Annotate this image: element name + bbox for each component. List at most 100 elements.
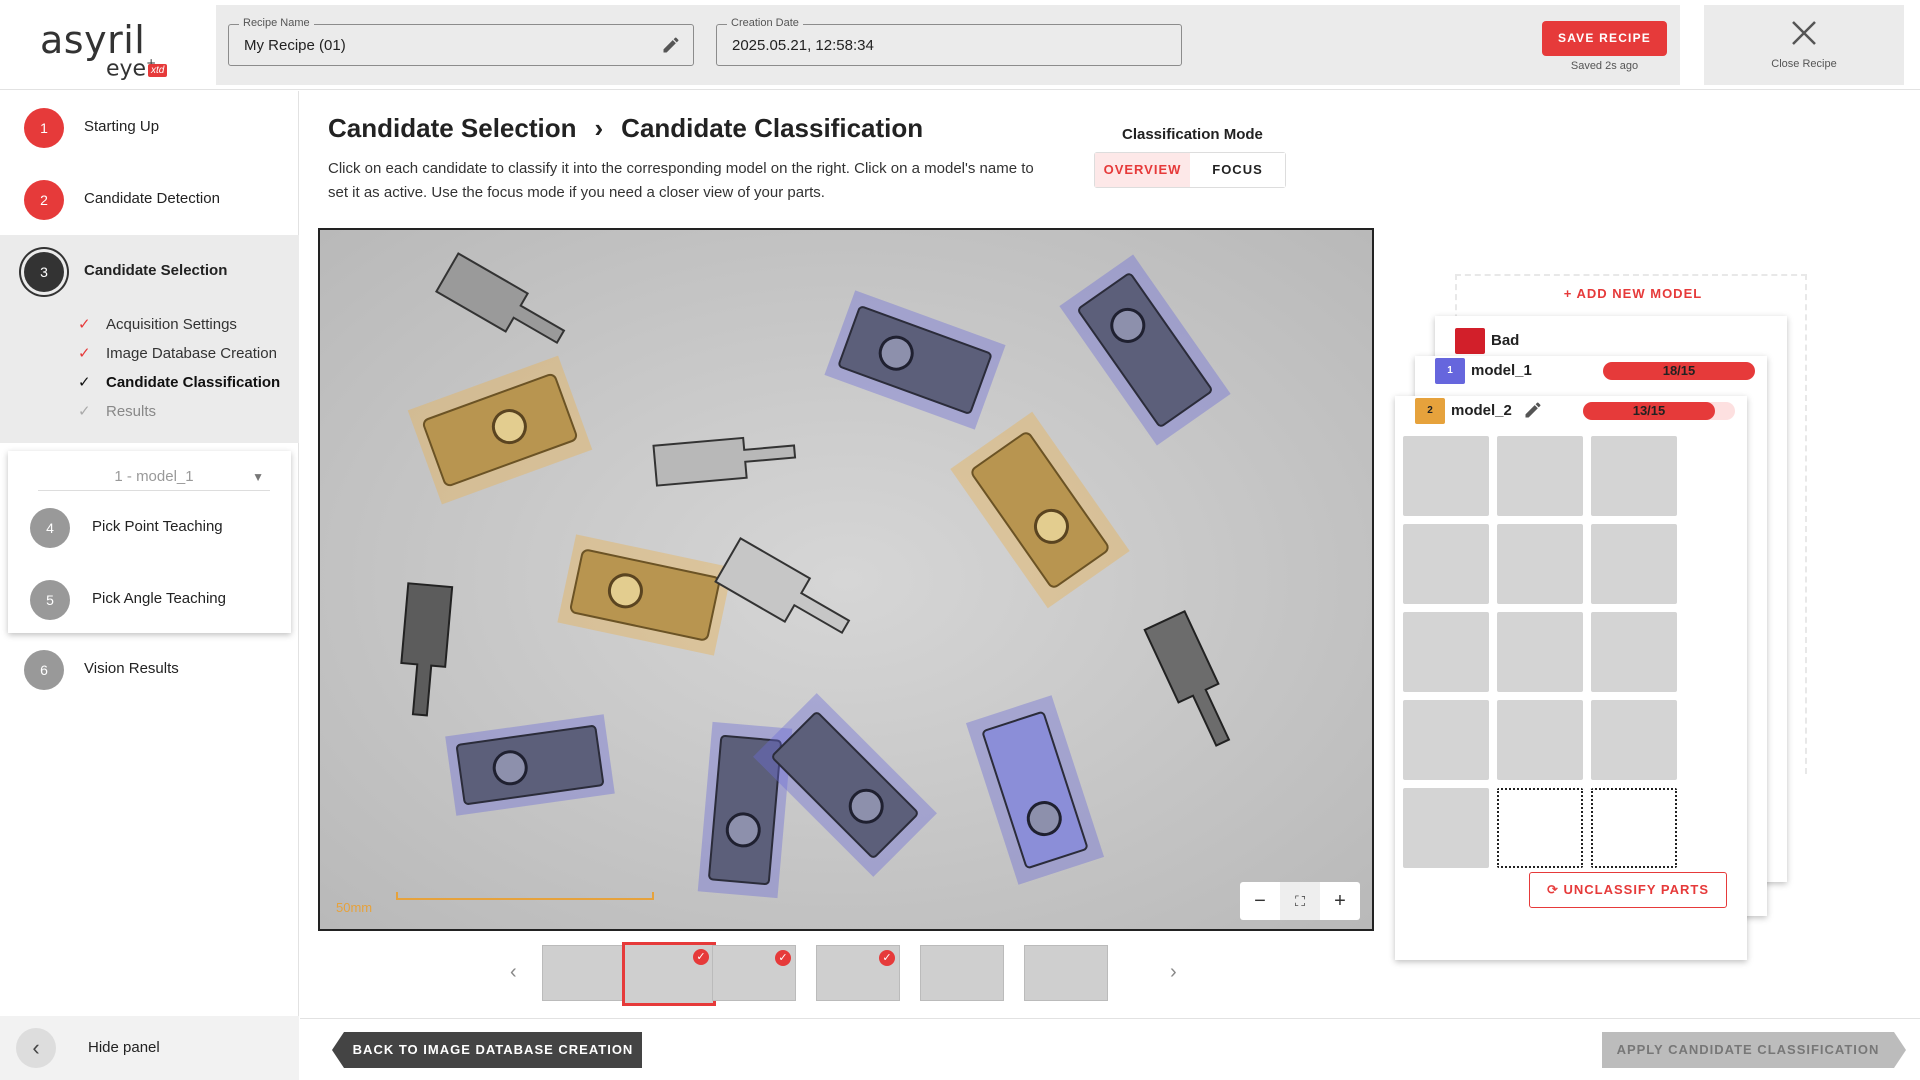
substep-candidate-classification[interactable]: ✓ Candidate Classification	[78, 373, 280, 391]
chevron-left-icon[interactable]: ‹	[16, 1028, 56, 1068]
zoom-controls: − ⛶ +	[1240, 882, 1360, 920]
saved-status: Saved 2s ago	[1570, 60, 1639, 72]
step-label: Starting Up	[84, 118, 160, 135]
check-icon: ✓	[78, 316, 91, 333]
step-vision-results[interactable]: 6 Vision Results	[0, 633, 299, 705]
step-number: 3	[24, 252, 64, 292]
substep-results: ✓ Results	[78, 403, 157, 420]
step-candidate-detection[interactable]: 2 Candidate Detection	[0, 163, 299, 235]
model-2-swatch: 2	[1415, 398, 1445, 424]
zoom-in-button[interactable]: +	[1320, 882, 1360, 920]
check-icon: ✓	[78, 403, 91, 420]
classified-part-thumb[interactable]	[1591, 524, 1677, 604]
model-2-count-bar: 13/15	[1583, 402, 1715, 420]
chevron-down-icon: ▼	[252, 470, 264, 484]
model-name-bad[interactable]: Bad	[1491, 332, 1519, 349]
classified-part-thumb[interactable]	[1403, 524, 1489, 604]
bottom-navigation: BACK TO IMAGE DATABASE CREATION APPLY CA…	[300, 1018, 1920, 1080]
classified-part-thumb[interactable]	[1403, 700, 1489, 780]
step-number: 5	[30, 580, 70, 620]
asyril-logo: asyril eye+ xtd	[40, 18, 180, 82]
step-pick-point-teaching[interactable]: 4 Pick Point Teaching	[8, 491, 291, 563]
add-new-model-button[interactable]: + ADD NEW MODEL	[1457, 286, 1809, 301]
classified-part-thumb[interactable]	[1403, 436, 1489, 516]
image-thumbnail[interactable]	[542, 945, 626, 1001]
image-thumbnail[interactable]: ✓	[712, 945, 796, 1001]
step-label: Candidate Detection	[84, 190, 220, 207]
step-number: 4	[30, 508, 70, 548]
refresh-icon: ⟳	[1546, 882, 1564, 897]
scale-bar	[396, 892, 654, 900]
classified-part-thumb[interactable]	[1403, 788, 1489, 868]
substep-image-database-creation[interactable]: ✓ Image Database Creation	[78, 344, 277, 362]
classified-part-thumb[interactable]	[1497, 436, 1583, 516]
image-thumbnail-strip: ‹ ✓ ✓ ✓ ›	[510, 941, 1190, 1006]
classification-mode-toggle: OVERVIEW FOCUS	[1094, 152, 1286, 188]
classified-part-thumb[interactable]	[1591, 700, 1677, 780]
page-title: Candidate Selection › Candidate Classifica…	[328, 113, 924, 143]
hide-panel-bar[interactable]: ‹ Hide panel	[0, 1016, 299, 1080]
close-recipe-button[interactable]: Close Recipe	[1704, 5, 1904, 85]
scale-label: 50mm	[336, 900, 373, 915]
classified-part-thumb[interactable]	[1497, 612, 1583, 692]
classification-mode-label: Classification Mode	[1122, 126, 1263, 143]
step-pick-angle-teaching[interactable]: 5 Pick Angle Teaching	[8, 563, 291, 635]
model-select-dropdown[interactable]: 1 - model_1 ▼	[38, 463, 270, 491]
step-label: Candidate Selection	[84, 262, 228, 279]
apply-classification-button[interactable]: APPLY CANDIDATE CLASSIFICATION	[1602, 1032, 1906, 1068]
step-number: 2	[24, 180, 64, 220]
model-card-model-2[interactable]: 2 model_2 13/15 ⟳ UNCLASSIFY PARTS	[1395, 396, 1747, 960]
zoom-out-button[interactable]: −	[1240, 882, 1280, 920]
substep-acquisition-settings[interactable]: ✓ Acquisition Settings	[78, 315, 237, 333]
sidebar: 1 Starting Up 2 Candidate Detection 3 Ca…	[0, 91, 299, 1080]
back-button[interactable]: BACK TO IMAGE DATABASE CREATION	[332, 1032, 642, 1068]
image-viewer[interactable]: 50mm − ⛶ +	[318, 228, 1374, 931]
step-label: Vision Results	[84, 660, 179, 677]
check-icon: ✓	[78, 374, 91, 391]
chevron-right-icon[interactable]: ›	[1170, 961, 1177, 984]
step-number: 1	[24, 108, 64, 148]
classified-part-thumb[interactable]	[1591, 612, 1677, 692]
pencil-icon[interactable]	[1523, 400, 1543, 420]
step-label: Pick Angle Teaching	[92, 590, 226, 607]
image-thumbnail[interactable]: ✓	[622, 942, 716, 1006]
classified-part-thumb[interactable]	[1497, 524, 1583, 604]
check-icon: ✓	[879, 950, 895, 966]
recipe-header-bar: Recipe Name My Recipe (01) Creation Date…	[216, 5, 1680, 85]
close-icon	[1792, 21, 1816, 45]
empty-part-slot	[1591, 788, 1677, 868]
check-icon: ✓	[693, 949, 709, 965]
step-number: 6	[24, 650, 64, 690]
model-steps-card: 1 - model_1 ▼ 4 Pick Point Teaching 5 Pi…	[8, 451, 291, 633]
mode-focus-button[interactable]: FOCUS	[1190, 153, 1285, 187]
bad-color-swatch	[1455, 328, 1485, 354]
classified-part-thumb[interactable]	[1403, 612, 1489, 692]
step-label: Pick Point Teaching	[92, 518, 223, 535]
chevron-left-icon[interactable]: ‹	[510, 961, 517, 984]
unclassify-parts-button[interactable]: ⟳ UNCLASSIFY PARTS	[1529, 872, 1727, 908]
page-description: Click on each candidate to classify it i…	[328, 160, 1034, 201]
model-name-model-1[interactable]: model_1	[1471, 362, 1532, 379]
camera-image[interactable]	[320, 230, 1372, 929]
image-thumbnail[interactable]	[920, 945, 1004, 1001]
image-thumbnail[interactable]: ✓	[816, 945, 900, 1001]
app-header: asyril eye+ xtd Recipe Name My Recipe (0…	[0, 0, 1920, 90]
check-icon: ✓	[78, 345, 91, 362]
model-1-swatch: 1	[1435, 358, 1465, 384]
step-starting-up[interactable]: 1 Starting Up	[0, 91, 299, 163]
image-thumbnail[interactable]	[1024, 945, 1108, 1001]
classified-part-thumb[interactable]	[1497, 700, 1583, 780]
recipe-name-field[interactable]: Recipe Name My Recipe (01)	[228, 17, 694, 66]
mode-overview-button[interactable]: OVERVIEW	[1095, 153, 1190, 187]
classified-part-thumb[interactable]	[1591, 436, 1677, 516]
save-recipe-button[interactable]: SAVE RECIPE	[1542, 21, 1667, 56]
fit-view-icon[interactable]: ⛶	[1280, 882, 1320, 920]
main-content: Candidate Selection › Candidate Classifica…	[300, 91, 1920, 1080]
model-name-model-2[interactable]: model_2	[1451, 402, 1512, 419]
empty-part-slot	[1497, 788, 1583, 868]
model-1-count-bar: 18/15	[1603, 362, 1755, 380]
creation-date-field: Creation Date 2025.05.21, 12:58:34	[716, 17, 1182, 66]
step-candidate-selection[interactable]: 3 Candidate Selection ✓ Acquisition Setti…	[0, 235, 299, 443]
pencil-icon[interactable]	[661, 35, 681, 55]
check-icon: ✓	[775, 950, 791, 966]
